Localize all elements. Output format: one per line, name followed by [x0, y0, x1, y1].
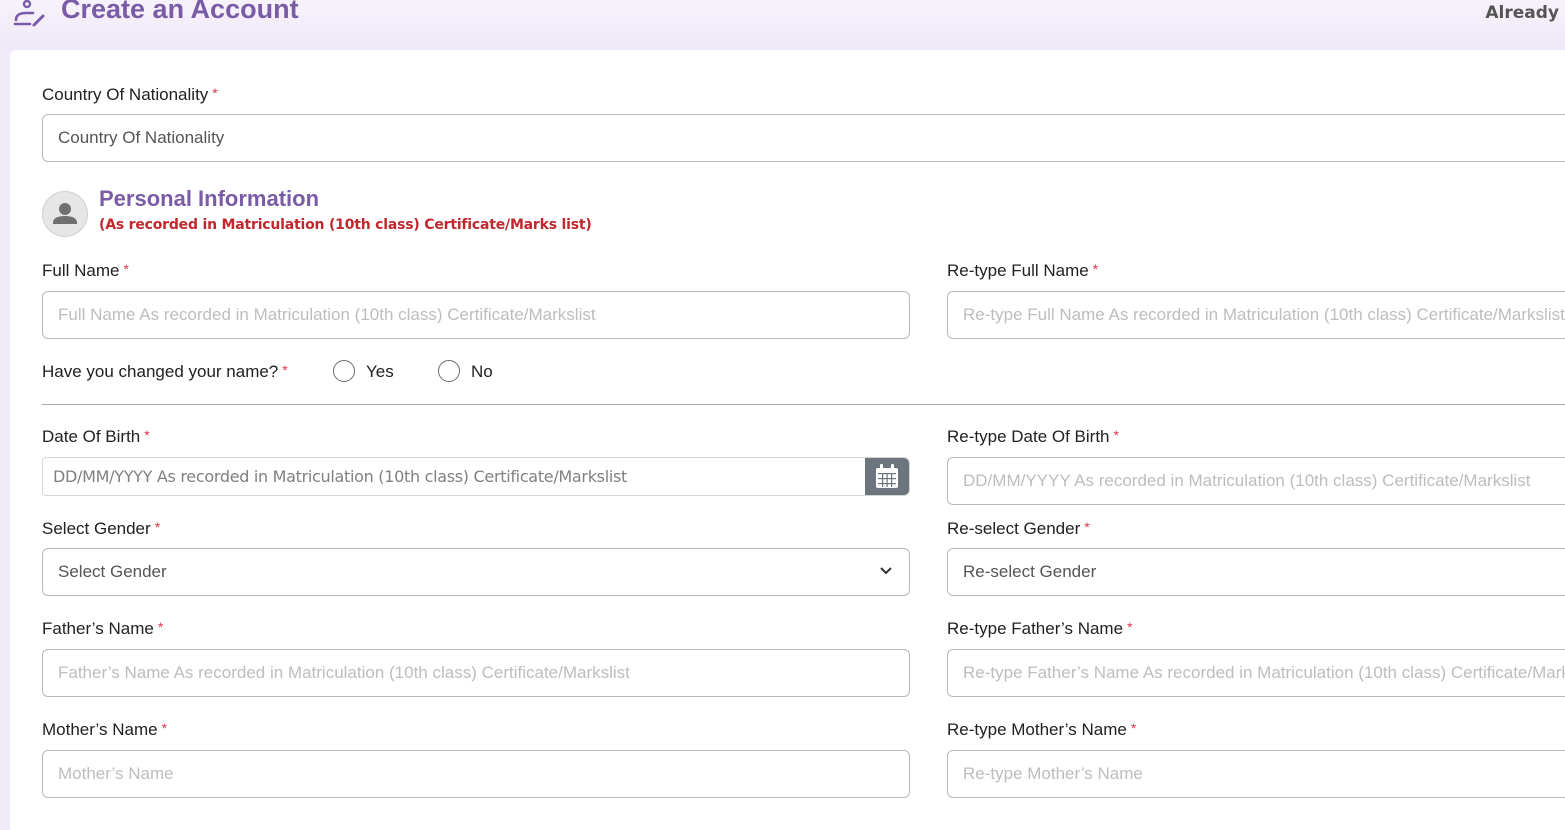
- already-registered-link[interactable]: Already: [1485, 3, 1559, 23]
- required-marker: *: [212, 85, 218, 101]
- retype-dob-label-text: Re-type Date Of Birth: [947, 427, 1110, 446]
- user-avatar-icon: [42, 191, 88, 237]
- dob-input[interactable]: DD/MM/YYYY As recorded in Matriculation …: [42, 457, 910, 496]
- retype-father-label-text: Re-type Father’s Name: [947, 619, 1124, 638]
- name-changed-yes-label[interactable]: Yes: [366, 362, 394, 382]
- dob-placeholder: DD/MM/YYYY As recorded in Matriculation …: [53, 467, 628, 486]
- required-marker: *: [1127, 619, 1133, 635]
- dob-label: Date Of Birth *: [42, 427, 150, 447]
- person-icon: [53, 203, 77, 224]
- retype-full-name-label-text: Re-type Full Name: [947, 261, 1089, 280]
- regender-select[interactable]: Re-select Gender: [947, 548, 1565, 596]
- gender-label-text: Select Gender: [42, 519, 151, 538]
- full-name-label: Full Name *: [42, 261, 129, 281]
- country-label: Country Of Nationality *: [42, 85, 218, 105]
- full-name-input[interactable]: Full Name As recorded in Matriculation (…: [42, 291, 910, 339]
- name-changed-label: Have you changed your name? *: [42, 362, 288, 382]
- father-name-input[interactable]: Father’s Name As recorded in Matriculati…: [42, 649, 910, 697]
- name-changed-yes-radio[interactable]: [333, 360, 355, 382]
- section-title: Personal Information: [99, 186, 320, 211]
- chevron-down-icon: [880, 567, 892, 575]
- required-marker: *: [1092, 261, 1099, 277]
- required-marker: *: [123, 261, 129, 277]
- page-header: Create an Account Already: [0, 0, 1565, 50]
- required-marker: *: [161, 720, 168, 736]
- father-label-text: Father’s Name: [42, 619, 154, 638]
- person-writing-icon: [13, 0, 45, 27]
- gender-select-value: Select Gender: [58, 562, 167, 581]
- country-select[interactable]: Country Of Nationality: [42, 114, 1565, 162]
- retype-mother-label-text: Re-type Mother’s Name: [947, 720, 1127, 739]
- required-marker: *: [1113, 427, 1119, 443]
- gender-select[interactable]: Select Gender: [42, 548, 910, 596]
- retype-father-name-input[interactable]: Re-type Father’s Name As recorded in Mat…: [947, 649, 1565, 697]
- mother-name-input[interactable]: Mother’s Name: [42, 750, 910, 798]
- divider: [42, 404, 1565, 405]
- calendar-button[interactable]: [865, 458, 909, 495]
- name-changed-no-radio[interactable]: [438, 360, 460, 382]
- retype-dob-label: Re-type Date Of Birth *: [947, 427, 1119, 447]
- name-changed-label-text: Have you changed your name?: [42, 362, 279, 381]
- regender-label-text: Re-select Gender: [947, 519, 1081, 538]
- name-changed-no-label[interactable]: No: [471, 362, 493, 382]
- retype-father-label: Re-type Father’s Name *: [947, 619, 1133, 639]
- calendar-icon: [876, 464, 898, 488]
- gender-label: Select Gender *: [42, 519, 160, 539]
- required-marker: *: [282, 362, 288, 378]
- required-marker: *: [157, 619, 164, 635]
- dob-label-text: Date Of Birth: [42, 427, 141, 446]
- required-marker: *: [154, 519, 161, 535]
- retype-full-name-input[interactable]: Re-type Full Name As recorded in Matricu…: [947, 291, 1565, 339]
- retype-mother-label: Re-type Mother’s Name *: [947, 720, 1136, 740]
- regender-label: Re-select Gender *: [947, 519, 1090, 539]
- page-title: Create an Account: [61, 0, 299, 24]
- mother-label-text: Mother’s Name: [42, 720, 158, 739]
- mother-label: Mother’s Name *: [42, 720, 167, 740]
- required-marker: *: [1084, 519, 1090, 535]
- retype-dob-input[interactable]: DD/MM/YYYY As recorded in Matriculation …: [947, 457, 1565, 505]
- full-name-label-text: Full Name: [42, 261, 120, 280]
- country-label-text: Country Of Nationality: [42, 85, 209, 104]
- retype-mother-name-input[interactable]: Re-type Mother’s Name: [947, 750, 1565, 798]
- retype-full-name-label: Re-type Full Name *: [947, 261, 1098, 281]
- required-marker: *: [144, 427, 150, 443]
- father-label: Father’s Name *: [42, 619, 163, 639]
- section-subtitle: (As recorded in Matriculation (10th clas…: [99, 217, 592, 233]
- required-marker: *: [1130, 720, 1137, 736]
- registration-form: Country Of Nationality * Country Of Natio…: [10, 50, 1565, 830]
